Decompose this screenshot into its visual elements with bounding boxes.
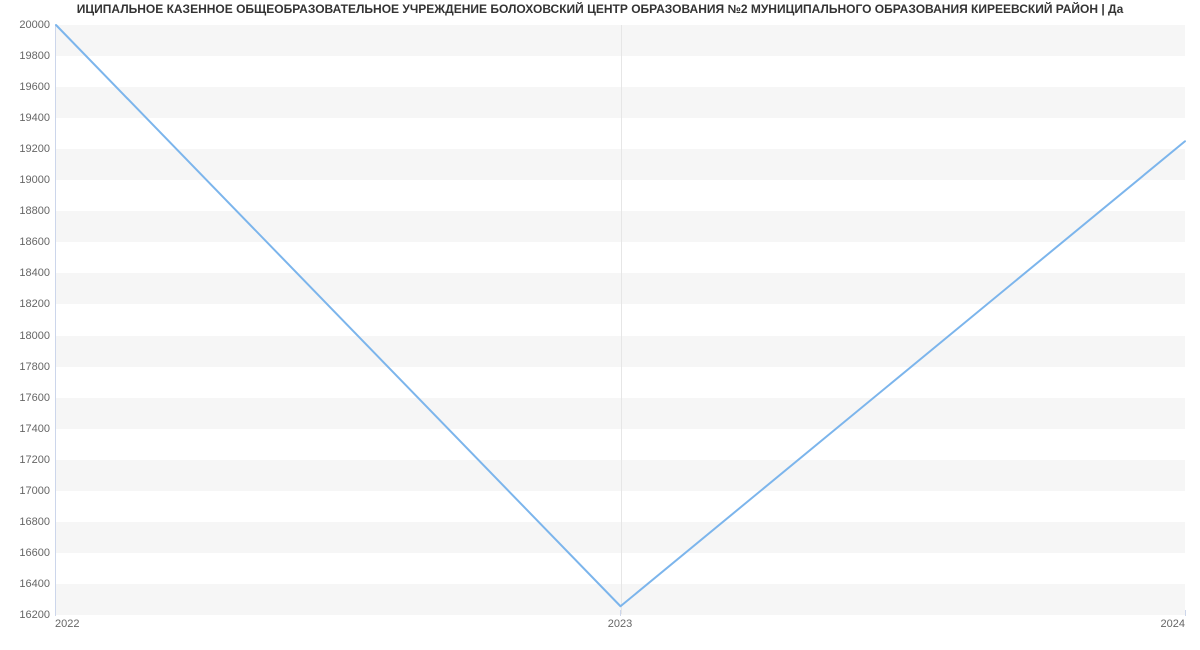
y-tick-label: 19800 [5,50,50,62]
y-tick-label: 18200 [5,298,50,310]
chart-title: ИЦИПАЛЬНОЕ КАЗЕННОЕ ОБЩЕОБРАЗОВАТЕЛЬНОЕ … [0,0,1200,20]
y-tick-label: 19600 [5,81,50,93]
y-tick-label: 17400 [5,423,50,435]
y-tick-label: 17200 [5,454,50,466]
plot-region [55,25,1185,615]
y-tick-label: 16400 [5,578,50,590]
y-tick-label: 16600 [5,547,50,559]
y-tick-label: 17000 [5,485,50,497]
y-tick-label: 19000 [5,174,50,186]
x-tick-label: 2024 [1161,618,1185,630]
y-tick-label: 18600 [5,236,50,248]
y-tick-label: 19400 [5,112,50,124]
x-tick-label: 2022 [55,618,79,630]
x-tick-label: 2023 [608,618,632,630]
chart-area: 16200 16400 16600 16800 17000 17200 17400 17600… [0,20,1200,640]
y-tick-label: 18800 [5,205,50,217]
x-tick-mark [55,610,56,616]
y-tick-label: 17600 [5,392,50,404]
x-tick-mark [620,610,621,616]
x-tick-mark [1185,610,1186,616]
y-tick-label: 20000 [5,19,50,31]
y-tick-label: 18400 [5,267,50,279]
y-tick-label: 16200 [5,609,50,621]
y-tick-label: 19200 [5,143,50,155]
y-tick-label: 18000 [5,330,50,342]
y-tick-label: 17800 [5,361,50,373]
y-tick-label: 16800 [5,516,50,528]
line-series [56,25,1185,614]
